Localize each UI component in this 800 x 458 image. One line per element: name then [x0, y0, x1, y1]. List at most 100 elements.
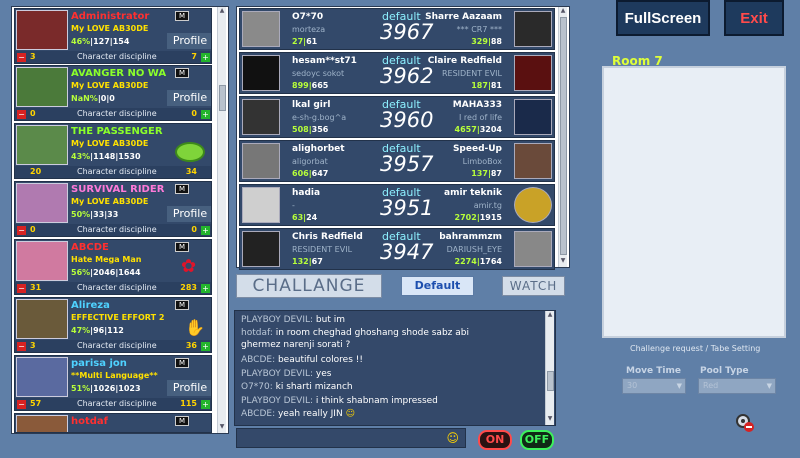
player-name: SURVIVAL RIDER — [71, 184, 165, 195]
chat-message: O7*70: ki sharti mizanch — [241, 382, 353, 392]
player-b-name: Speed-Up — [452, 144, 502, 154]
player-stats: 43%|1148|1530 — [71, 152, 141, 161]
tables-scrollbar[interactable]: ▲ ▼ — [558, 7, 567, 267]
player-card[interactable]: parisa jon **Multi Language** 51%|1026|1… — [14, 355, 212, 411]
plus-icon[interactable]: + — [201, 400, 210, 409]
avatar — [16, 415, 68, 432]
player-b-name: amir teknik — [444, 188, 502, 198]
player-a-sub: morteza — [292, 25, 326, 34]
table-row[interactable]: hadia - 63|24 default 3951 amir teknik a… — [239, 184, 555, 226]
player-card[interactable]: Alireza EFFECTIVE EFFORT 2 47%|96|112 M … — [14, 297, 212, 353]
player-subtitle: My LOVE AB30DE — [71, 24, 149, 33]
avatar — [242, 143, 280, 179]
minus-icon[interactable]: − — [17, 110, 26, 119]
table-row[interactable]: O7*70 morteza 27|61 default 3967 Sharre … — [239, 8, 555, 50]
avatar — [514, 11, 552, 47]
player-card[interactable]: SURVIVAL RIDER My LOVE AB30DE 50%|33|33 … — [14, 181, 212, 237]
plus-icon[interactable]: + — [201, 110, 210, 119]
profile-button[interactable]: Profile — [167, 380, 211, 396]
watch-button[interactable]: WATCH — [502, 276, 565, 296]
avatar — [514, 231, 552, 267]
room-box — [602, 66, 786, 338]
avatar — [514, 99, 552, 135]
player-a-stats: 132|67 — [292, 257, 323, 266]
chat-message: PLAYBOY DEVIL: i think shabnam impressed — [241, 396, 438, 406]
player-stats: 46%|127|154 — [71, 37, 130, 46]
plus-icon[interactable]: + — [201, 53, 210, 62]
scroll-down-icon[interactable]: ▼ — [559, 257, 567, 265]
gear-icon[interactable] — [734, 412, 756, 434]
profile-button[interactable]: Profile — [167, 33, 211, 49]
discipline-row: −57 Character discipline 115 + — [15, 398, 211, 410]
discipline-row: −0 Character discipline 0 + — [15, 108, 211, 120]
default-button[interactable]: Default — [401, 276, 474, 296]
table-row[interactable]: alighorbet aligorbat 606|647 default 395… — [239, 140, 555, 182]
player-card[interactable]: THE PASSENGER My LOVE AB30DE 43%|1148|15… — [14, 123, 212, 179]
player-a-stats: 63|24 — [292, 213, 318, 222]
player-b-stats: 137|87 — [471, 169, 502, 178]
table-row[interactable]: hesam**st71 sedoyc sokot 899|665 default… — [239, 52, 555, 94]
exit-button[interactable]: Exit — [724, 0, 784, 36]
discipline-row: −3 Character discipline 36 + — [15, 340, 211, 352]
player-stats: 50%|33|33 — [71, 210, 119, 219]
scroll-thumb[interactable] — [547, 371, 554, 391]
player-b-sub: LimboBox — [462, 157, 502, 166]
minus-icon[interactable]: − — [17, 284, 26, 293]
chevron-down-icon: ▼ — [676, 382, 682, 390]
table-code: 3967 — [380, 20, 434, 44]
player-card[interactable]: Administrator My LOVE AB30DE 46%|127|154… — [14, 8, 212, 64]
player-subtitle: EFFECTIVE EFFORT 2 — [71, 313, 165, 322]
profile-button[interactable]: Profile — [167, 90, 211, 106]
scroll-up-icon[interactable]: ▲ — [559, 7, 567, 15]
avatar — [242, 55, 280, 91]
scroll-up-icon[interactable]: ▲ — [218, 7, 226, 15]
minus-icon[interactable]: − — [17, 342, 26, 351]
minus-icon[interactable]: − — [17, 53, 26, 62]
scroll-down-icon[interactable]: ▼ — [546, 415, 554, 423]
scroll-thumb[interactable] — [219, 85, 226, 111]
off-button[interactable]: OFF — [520, 430, 554, 450]
plus-icon[interactable]: + — [201, 226, 210, 235]
scroll-up-icon[interactable]: ▲ — [546, 311, 554, 319]
table-row[interactable]: Chris Redfield RESIDENT EVIL 132|67 defa… — [239, 228, 555, 270]
scroll-thumb[interactable] — [560, 17, 567, 255]
emoji-icon[interactable]: ☺ — [446, 431, 459, 445]
minus-icon[interactable]: − — [17, 226, 26, 235]
plus-icon[interactable]: + — [201, 342, 210, 351]
discipline-row: −0 Character discipline 0 + — [15, 224, 211, 236]
move-time-select[interactable]: 30 ▼ — [622, 378, 686, 394]
chevron-down-icon: ▼ — [766, 382, 772, 390]
table-code: 3962 — [380, 64, 434, 88]
player-stats: NaN%|0|0 — [71, 94, 115, 103]
player-a-stats: 899|665 — [292, 81, 329, 90]
member-badge: M — [175, 416, 189, 426]
chat-scrollbar[interactable]: ▲ ▼ — [545, 311, 554, 425]
scroll-down-icon[interactable]: ▼ — [218, 423, 226, 431]
pool-type-select[interactable]: Red ▼ — [698, 378, 776, 394]
chat-message: ABCDE: beautiful colores !! — [241, 355, 363, 365]
member-badge: M — [175, 184, 189, 194]
player-list-scrollbar[interactable]: ▲ ▼ — [217, 7, 226, 433]
player-stats: 51%|1026|1023 — [71, 384, 141, 393]
chat-message: ABCDE: yeah really JIN ☺ — [241, 409, 355, 419]
table-code: 3951 — [380, 196, 434, 220]
profile-button[interactable]: Profile — [167, 206, 211, 222]
fullscreen-button[interactable]: FullScreen — [616, 0, 710, 36]
chat-message: hotdaf: in room cheghad ghoshang shode s… — [241, 328, 469, 338]
table-row[interactable]: lkal girl e-sh-g.bog^a 508|356 default 3… — [239, 96, 555, 138]
challenge-button[interactable]: CHALLANGE — [236, 274, 382, 298]
table-code: 3957 — [380, 152, 434, 176]
player-a-name: Chris Redfield — [292, 232, 363, 242]
player-b-stats: 4657|3204 — [454, 125, 502, 134]
player-card[interactable]: hotdaf M — [14, 413, 212, 433]
on-button[interactable]: ON — [478, 430, 512, 450]
minus-icon[interactable]: − — [17, 400, 26, 409]
player-a-sub: - — [292, 201, 295, 210]
plus-icon[interactable]: + — [201, 284, 210, 293]
player-card[interactable]: ABCDE Hate Mega Man 56%|2046|1644 M ✿ −3… — [14, 239, 212, 295]
avatar — [16, 241, 68, 281]
player-card[interactable]: AVANGER NO WA My LOVE AB30DE NaN%|0|0 M … — [14, 65, 212, 121]
chat-input[interactable]: ☺ — [236, 428, 466, 448]
member-badge: M — [175, 358, 189, 368]
player-b-sub: *** CR7 *** — [456, 25, 502, 34]
